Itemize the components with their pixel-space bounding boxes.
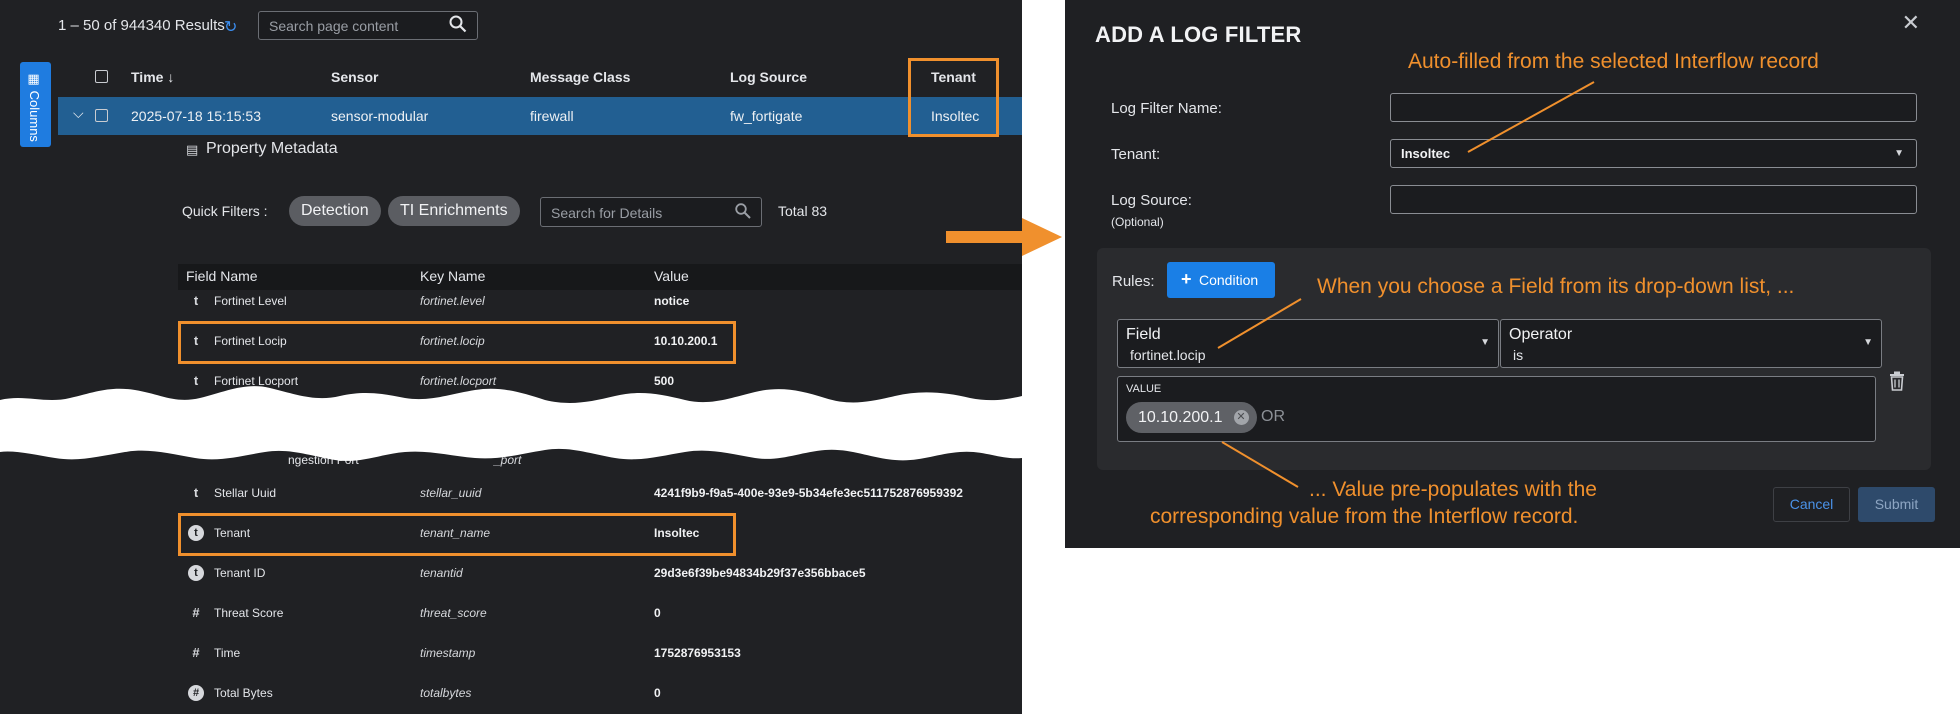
- annotation-value-line1: ... Value pre-populates with the: [1309, 478, 1597, 501]
- annotation-value-line2: corresponding value from the Interflow r…: [1150, 505, 1579, 528]
- annotation-lines: [1217, 81, 1595, 488]
